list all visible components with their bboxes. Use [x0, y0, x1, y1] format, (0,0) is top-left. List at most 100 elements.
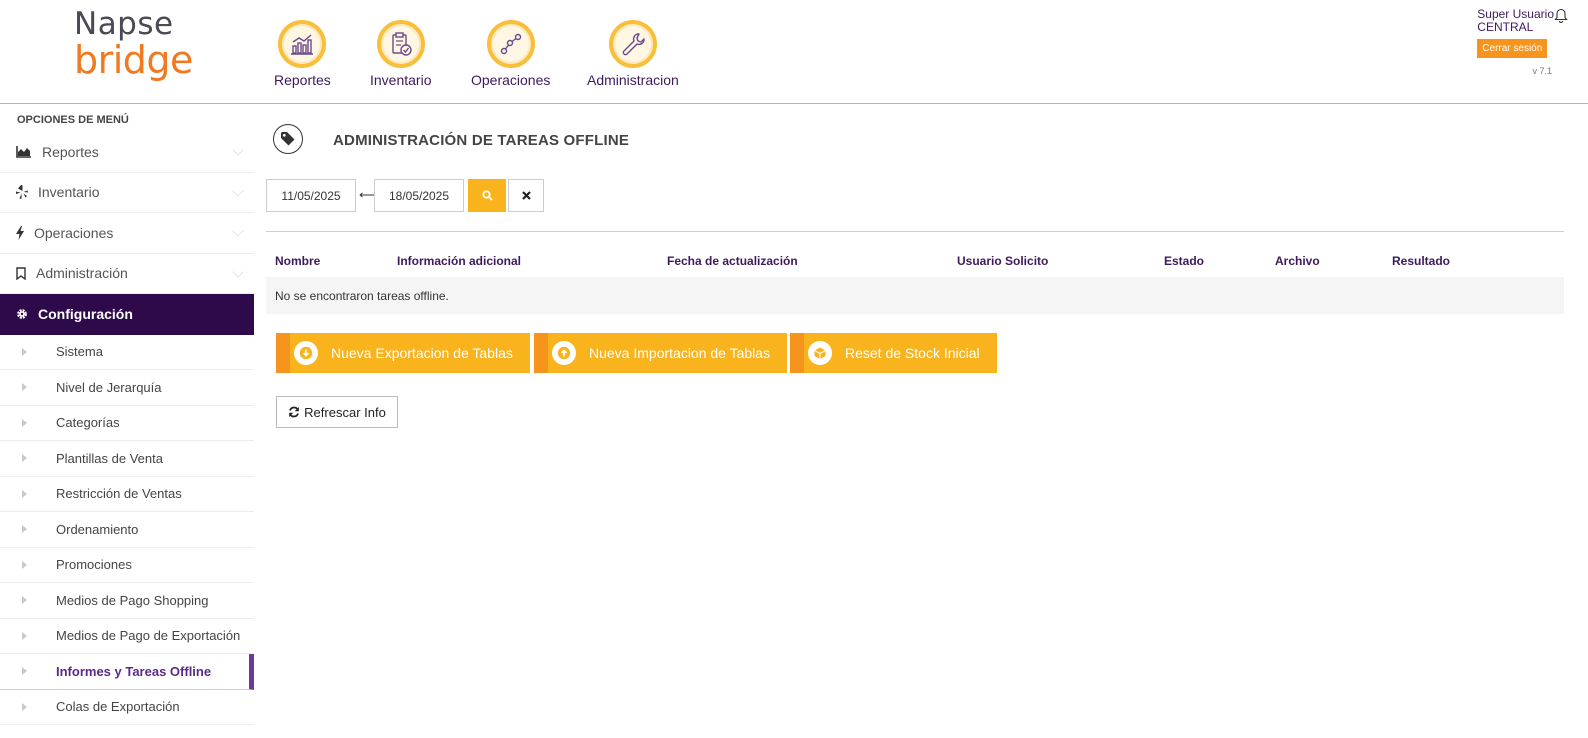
sidebar: OPCIONES DE MENÚ Reportes Inventario Ope… [0, 106, 254, 738]
new-export-button[interactable]: Nueva Exportacion de Tablas [276, 333, 530, 373]
topnav-label: Inventario [370, 72, 432, 88]
caret-right-icon [22, 702, 27, 711]
sidebar-subitem-informes-tareas-offline[interactable]: Informes y Tareas Offline [0, 654, 254, 690]
sidebar-item-label: Configuración [38, 306, 133, 323]
page-title: ADMINISTRACIÓN DE TAREAS OFFLINE [333, 132, 630, 149]
app-version: v 7.1 [1532, 66, 1552, 76]
sidebar-subitem-label: Medios de Pago Shopping [56, 592, 209, 608]
sidebar-subitem-label: Promociones [56, 557, 132, 573]
date-from-input[interactable] [266, 179, 356, 212]
column-header-archivo[interactable]: Archivo [1275, 254, 1320, 268]
topnav-reportes[interactable]: Reportes [274, 20, 331, 88]
logo-line2: bridge [74, 38, 193, 82]
sidebar-subitem-label: Categorías [56, 415, 120, 431]
sidebar-subitem-categorias[interactable]: Categorías [0, 406, 254, 441]
search-icon [481, 190, 493, 201]
wrench-icon [608, 20, 657, 68]
refresh-button[interactable]: Refrescar Info [276, 396, 398, 428]
sidebar-subitem-plantillas-venta[interactable]: Plantillas de Venta [0, 441, 254, 477]
sidebar-title: OPCIONES DE MENÚ [17, 114, 129, 126]
caret-right-icon [22, 454, 27, 462]
caret-right-icon [22, 418, 27, 427]
main-content: ADMINISTRACIÓN DE TAREAS OFFLINE ⟷ Nombr… [266, 106, 1564, 738]
search-button[interactable] [468, 179, 506, 212]
sidebar-subitem-label: Plantillas de Venta [56, 450, 163, 466]
caret-right-icon [22, 560, 27, 569]
chart-icon [278, 20, 327, 68]
sidebar-item-inventario[interactable]: Inventario [0, 173, 254, 213]
button-accent-band [790, 333, 804, 373]
column-header-resultado[interactable]: Resultado [1392, 254, 1450, 268]
column-header-usuario[interactable]: Usuario Solicito [957, 254, 1048, 268]
chevron-down-icon [232, 144, 244, 156]
topnav-label: Operaciones [471, 72, 551, 88]
topnav-label: Administracion [587, 72, 679, 88]
sidebar-subitem-medios-pago-shopping[interactable]: Medios de Pago Shopping [0, 583, 254, 619]
user-role: CENTRAL [1477, 20, 1534, 34]
table-header: Nombre Información adicional Fecha de ac… [266, 251, 1564, 277]
column-header-info-adicional[interactable]: Información adicional [397, 254, 521, 268]
sidebar-item-operaciones[interactable]: Operaciones [0, 213, 254, 254]
caret-right-icon [22, 631, 27, 640]
caret-right-icon [22, 489, 27, 498]
reset-stock-button[interactable]: Reset de Stock Inicial [790, 333, 997, 373]
napse-bridge-logo[interactable]: Napse bridge [74, 6, 193, 82]
button-label: Refrescar Info [304, 404, 386, 420]
bolt-icon [16, 225, 26, 240]
sidebar-subitem-label: Ordenamiento [56, 521, 139, 537]
clipboard-check-icon [376, 20, 425, 68]
button-label: Reset de Stock Inicial [845, 345, 980, 361]
topnav-inventario[interactable]: Inventario [370, 20, 431, 88]
column-header-nombre[interactable]: Nombre [275, 254, 320, 268]
caret-right-icon [22, 596, 27, 604]
button-accent-band [534, 333, 548, 373]
gear-icon [16, 308, 30, 320]
user-panel: Super Usuario CENTRAL Cerrar sesión [1477, 8, 1554, 58]
button-label: Nueva Exportacion de Tablas [331, 345, 513, 361]
sidebar-subitem-colas-exportacion[interactable]: Colas de Exportación [0, 690, 254, 725]
sidebar-item-label: Inventario [38, 184, 100, 201]
sidebar-subitem-label: Sistema [56, 344, 103, 360]
clear-filter-button[interactable] [508, 179, 544, 212]
caret-right-icon [22, 347, 27, 356]
sidebar-subitem-ordenamiento[interactable]: Ordenamiento [0, 512, 254, 548]
sidebar-subitem-promociones[interactable]: Promociones [0, 548, 254, 583]
yelp-like-icon [16, 185, 30, 200]
column-header-fecha[interactable]: Fecha de actualización [667, 254, 798, 268]
sidebar-item-label: Reportes [42, 143, 99, 160]
date-to-input[interactable] [374, 179, 464, 212]
sidebar-subitem-nivel-jerarquia[interactable]: Nivel de Jerarquía [0, 370, 254, 406]
topnav-administracion[interactable]: Administracion [587, 20, 679, 88]
sidebar-subitem-medios-pago-exportacion[interactable]: Medios de Pago de Exportación [0, 619, 254, 654]
tag-icon [273, 124, 303, 154]
upload-circle-icon [552, 341, 576, 365]
new-import-button[interactable]: Nueva Importacion de Tablas [534, 333, 787, 373]
topnav-label: Reportes [274, 72, 331, 88]
sidebar-subitem-label: Restricción de Ventas [56, 486, 182, 502]
caret-right-icon [22, 667, 27, 675]
box-icon [808, 341, 832, 365]
logo-line1: Napse [74, 6, 174, 42]
sidebar-item-reportes[interactable]: Reportes [0, 132, 254, 173]
logout-button[interactable]: Cerrar sesión [1477, 39, 1548, 58]
topnav-operaciones[interactable]: Operaciones [471, 20, 550, 88]
section-divider [266, 231, 1564, 232]
sidebar-item-label: Operaciones [34, 224, 114, 241]
table-empty-row: No se encontraron tareas offline. [266, 277, 1564, 314]
chevron-down-icon [232, 225, 244, 237]
bell-icon[interactable] [1554, 8, 1568, 24]
chevron-down-icon [232, 184, 244, 197]
sidebar-subitem-label: Colas de Exportación [56, 699, 180, 715]
sidebar-subitem-label: Informes y Tareas Offline [56, 663, 212, 679]
area-chart-icon [16, 145, 34, 158]
caret-right-icon [22, 525, 27, 533]
refresh-icon [288, 406, 300, 418]
sidebar-subitem-label: Medios de Pago de Exportación [56, 628, 241, 644]
sidebar-subitem-sistema[interactable]: Sistema [0, 335, 254, 370]
sidebar-subitem-restriccion-ventas[interactable]: Restricción de Ventas [0, 477, 254, 512]
sidebar-item-administracion[interactable]: Administración [0, 254, 254, 294]
sidebar-item-configuracion[interactable]: Configuración [0, 294, 254, 335]
column-header-estado[interactable]: Estado [1164, 254, 1204, 268]
chevron-down-icon [232, 265, 244, 278]
download-circle-icon [294, 341, 318, 365]
